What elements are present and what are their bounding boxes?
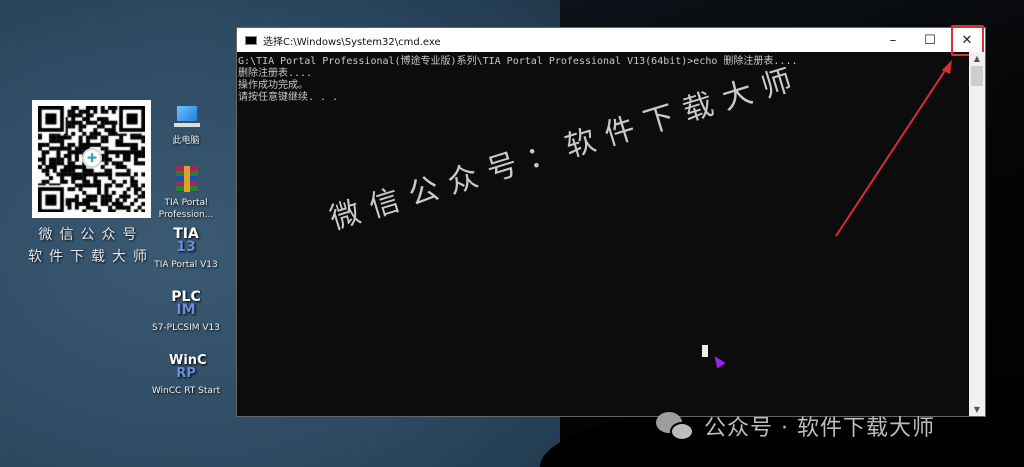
footer-text: 公众号 · 软件下载大师 bbox=[704, 416, 935, 441]
wechat-icon bbox=[656, 410, 696, 442]
footer-brand: 公众号 · 软件下载大师 bbox=[656, 410, 935, 442]
red-arrow-icon bbox=[835, 60, 952, 237]
